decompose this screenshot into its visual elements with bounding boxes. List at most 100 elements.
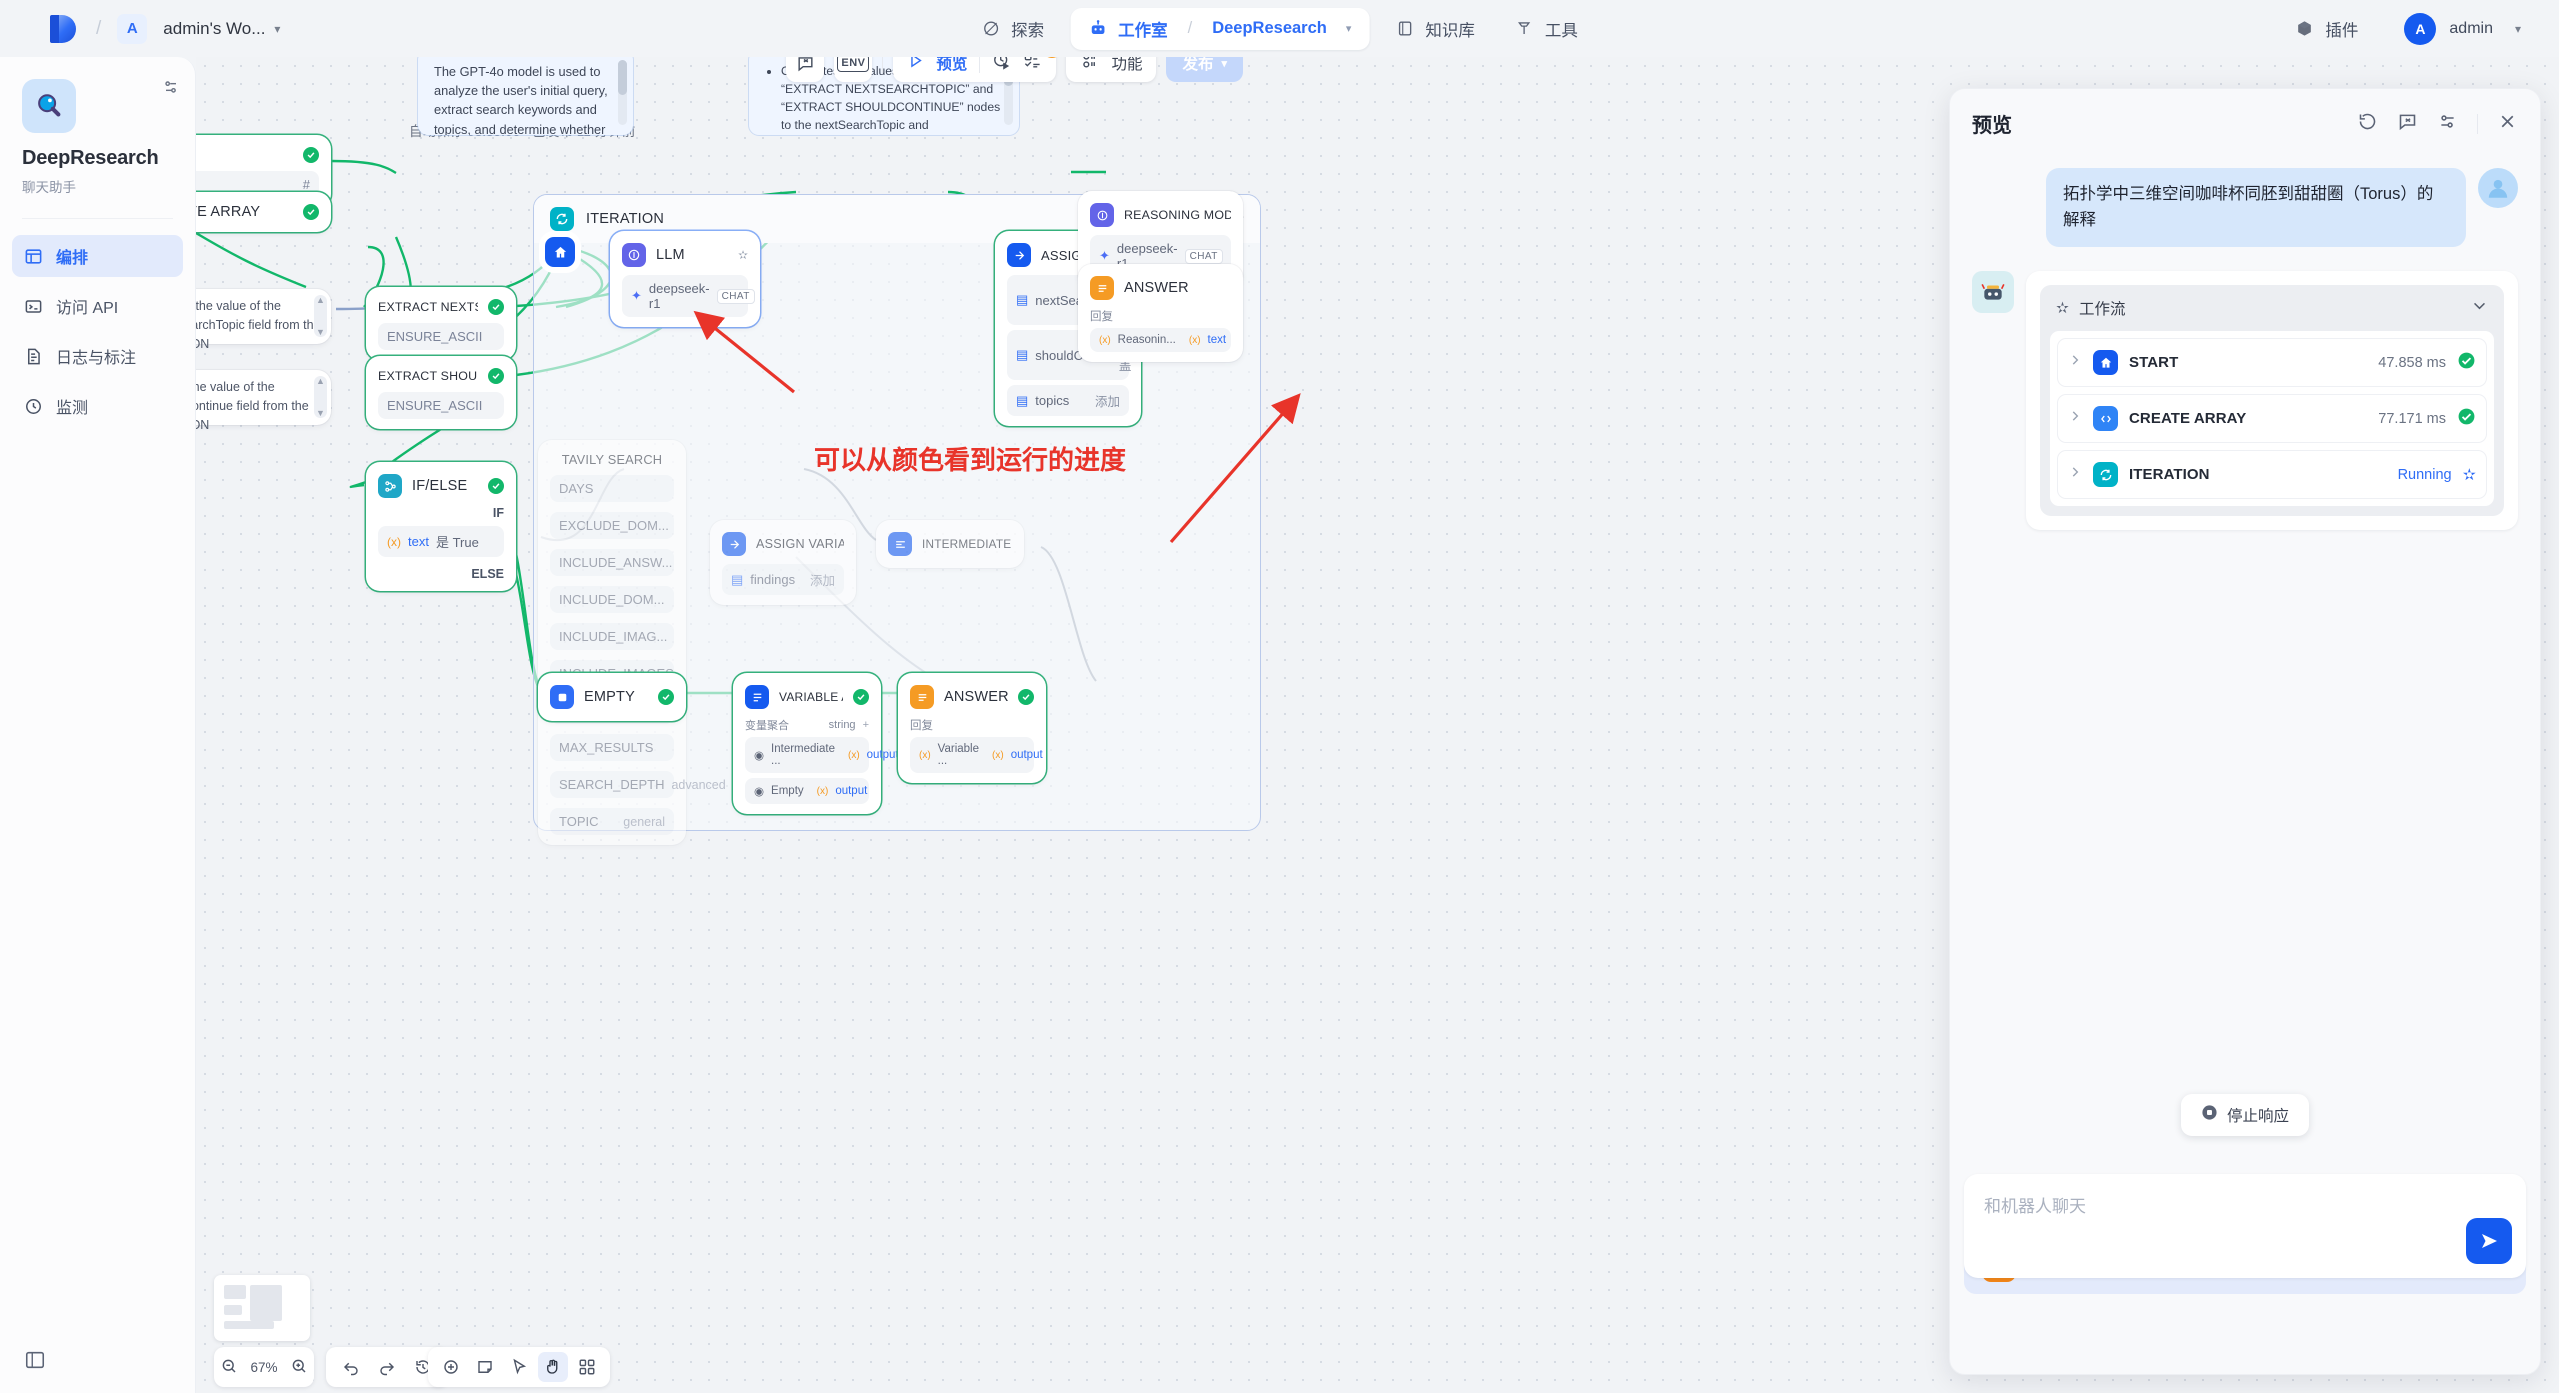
sidebar-item-monitor[interactable]: 监测 <box>12 385 183 427</box>
stop-icon <box>2201 1104 2218 1126</box>
nav-studio-label: 工作室 <box>1118 21 1168 40</box>
minimap[interactable] <box>214 1275 310 1341</box>
user-avatar-icon <box>2478 168 2518 208</box>
topbar-left: / A admin's Wo... ▾ <box>0 12 280 46</box>
add-node-icon[interactable] <box>436 1352 466 1382</box>
plugin-cube-icon <box>2295 19 2314 38</box>
preview-header: 预览 <box>1950 89 2540 150</box>
workspace-badge: A <box>117 13 148 44</box>
home-icon <box>2093 350 2118 376</box>
preview-title: 预览 <box>1972 115 2012 137</box>
chevron-down-icon: ▾ <box>1221 57 1227 70</box>
status-success-icon <box>2457 407 2476 431</box>
preview-footer: “ 功能已开启 管理 → 和机器人聊天 <box>1950 1174 2540 1374</box>
annotation-label: 可以从颜色看到运行的进度 <box>814 445 1127 475</box>
chevron-down-icon[interactable] <box>2471 297 2488 319</box>
hand-icon[interactable] <box>538 1352 568 1382</box>
workflow-header[interactable]: ✫ 工作流 <box>2050 295 2494 331</box>
chat-input-box[interactable]: 和机器人聊天 <box>1964 1174 2526 1278</box>
breadcrumb-separator: / <box>96 17 102 39</box>
canvas-tools <box>428 1347 610 1387</box>
step-status: 77.171 ms <box>2378 410 2446 427</box>
user-name: admin <box>2449 19 2493 37</box>
clock-icon <box>24 397 43 416</box>
loading-spinner-icon: ✫ <box>2462 466 2476 484</box>
workflow-label: 工作流 <box>2079 301 2126 319</box>
nav-studio-separator: / <box>1187 19 1193 37</box>
code-icon <box>2093 406 2118 432</box>
step-status: 47.858 ms <box>2378 354 2446 371</box>
nav-knowledge[interactable]: 知识库 <box>1375 8 1495 50</box>
bot-message-row: ✫ 工作流 START 47.858 ms CREATE ARRAY 77.17… <box>1972 271 2518 531</box>
sidebar-item-label: 监测 <box>56 400 89 417</box>
step-status: Running <box>2397 466 2452 483</box>
app-subtitle: 聊天助手 <box>22 180 76 195</box>
user-message: 拓扑学中三维空间咖啡杯同胚到甜甜圈（Torus）的解释 <box>2046 168 2466 248</box>
stop-response-label: 停止响应 <box>2226 1108 2290 1125</box>
sidebar: DeepResearch 聊天助手 编排 访问 API 日志与标注 监测 <box>0 57 196 1393</box>
arrow-1 <box>693 310 796 394</box>
chevron-down-icon[interactable]: ▾ <box>1346 22 1352 35</box>
chat-input-placeholder: 和机器人聊天 <box>1984 1197 2086 1216</box>
zoom-controls[interactable]: 67% <box>214 1347 314 1387</box>
sidebar-item-api[interactable]: 访问 API <box>12 285 183 327</box>
nav-explore[interactable]: 探索 <box>961 8 1064 50</box>
workspace-name[interactable]: admin's Wo... <box>163 19 265 39</box>
loading-spinner-icon: ✫ <box>2056 299 2069 317</box>
send-button[interactable] <box>2466 1218 2512 1264</box>
app-root: / A admin's Wo... ▾ 探索 工作室 / DeepResearc… <box>0 0 2559 1393</box>
chevron-right-icon[interactable] <box>2068 465 2082 484</box>
nav-tools[interactable]: 工具 <box>1495 8 1598 50</box>
sidebar-options-icon[interactable] <box>161 77 181 102</box>
step-name: START <box>2129 354 2179 372</box>
nav-plugins[interactable]: 插件 <box>2275 8 2378 50</box>
app-name: DeepResearch <box>22 147 159 169</box>
workflow-steps: START 47.858 ms CREATE ARRAY 77.171 ms I… <box>2050 331 2494 507</box>
sidebar-item-label: 编排 <box>56 250 89 267</box>
status-success-icon <box>2457 351 2476 375</box>
organize-icon[interactable] <box>572 1352 602 1382</box>
book-icon <box>1395 19 1414 38</box>
chevron-right-icon[interactable] <box>2068 409 2082 428</box>
undo-icon[interactable] <box>336 1352 366 1382</box>
chevron-down-icon[interactable]: ▾ <box>274 22 280 36</box>
app-logo-icon[interactable] <box>44 12 78 46</box>
nav-studio-app-name: DeepResearch <box>1212 19 1327 37</box>
note-icon[interactable] <box>470 1352 500 1382</box>
zoom-in-icon[interactable] <box>290 1357 308 1378</box>
user-menu[interactable]: A admin ▾ <box>2404 12 2521 45</box>
layout-icon <box>24 247 43 266</box>
document-icon <box>24 347 43 366</box>
redo-icon[interactable] <box>372 1352 402 1382</box>
step-name: ITERATION <box>2129 466 2210 484</box>
divider <box>2477 113 2478 134</box>
settings-icon[interactable] <box>2437 111 2458 137</box>
sidebar-item-label: 访问 API <box>56 300 119 317</box>
divider <box>22 218 173 219</box>
sidebar-item-label: 日志与标注 <box>56 350 137 367</box>
stop-response-button[interactable]: 停止响应 <box>2180 1094 2310 1136</box>
restart-icon[interactable] <box>2357 111 2378 137</box>
workflow-step-iteration[interactable]: ITERATION Running ✫ <box>2057 450 2487 500</box>
sidebar-item-orchestrate[interactable]: 编排 <box>12 235 183 277</box>
nav-explore-label: 探索 <box>1011 21 1045 40</box>
sidebar-collapse-icon[interactable] <box>24 1349 46 1371</box>
nav-plugins-label: 插件 <box>2325 21 2359 40</box>
zoom-out-icon[interactable] <box>220 1357 238 1378</box>
preview-conversation: 拓扑学中三维空间咖啡杯同胚到甜甜圈（Torus）的解释 ✫ 工作流 START … <box>1950 150 2540 1150</box>
nav-studio[interactable]: 工作室 / DeepResearch ▾ <box>1070 7 1370 50</box>
nav-knowledge-label: 知识库 <box>1425 21 1475 40</box>
feedback-icon[interactable] <box>2397 111 2418 137</box>
chevron-right-icon[interactable] <box>2068 353 2082 372</box>
chevron-down-icon[interactable]: ▾ <box>2515 22 2521 36</box>
topbar-nav: 探索 工作室 / DeepResearch ▾ 知识库 工具 <box>961 7 1598 50</box>
nav-tools-label: 工具 <box>1544 21 1578 40</box>
sidebar-item-logs[interactable]: 日志与标注 <box>12 335 183 377</box>
bot-avatar-icon <box>1972 271 2014 314</box>
close-icon[interactable] <box>2497 111 2518 137</box>
workflow-step-start[interactable]: START 47.858 ms <box>2057 338 2487 388</box>
workflow-step-create-array[interactable]: CREATE ARRAY 77.171 ms <box>2057 394 2487 444</box>
terminal-icon <box>24 297 43 316</box>
pointer-icon[interactable] <box>504 1352 534 1382</box>
zoom-level: 67% <box>250 1359 278 1375</box>
